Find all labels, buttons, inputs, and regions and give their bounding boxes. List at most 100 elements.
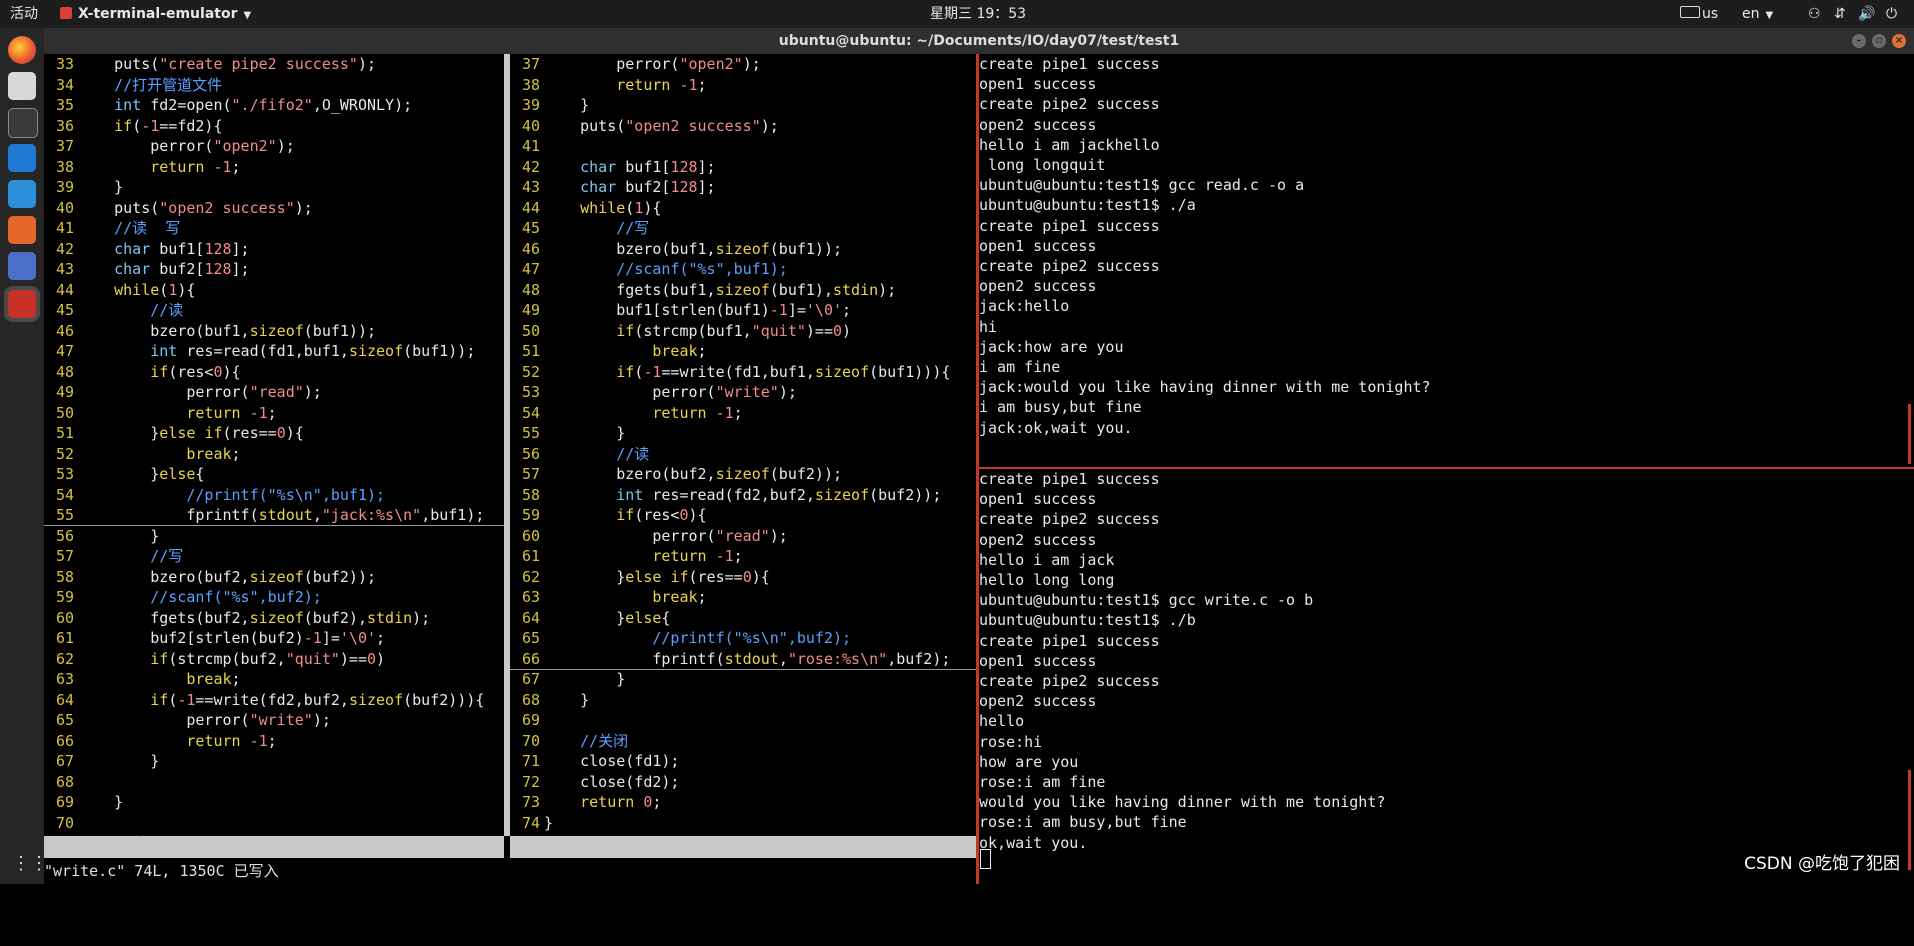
settings-icon[interactable] — [8, 252, 36, 280]
code-line[interactable]: 66 return -1; — [44, 731, 504, 751]
code-line[interactable]: 63 break; — [44, 669, 504, 689]
code-line[interactable]: 41 — [510, 136, 976, 156]
code-line[interactable]: 56 } — [44, 526, 504, 546]
code-line[interactable]: 55 } — [510, 423, 976, 443]
keyboard-indicator[interactable]: us — [1680, 0, 1718, 28]
code-line[interactable]: 53 perror("write"); — [510, 382, 976, 402]
vc-icon[interactable] — [8, 180, 36, 208]
code-line[interactable]: 51 }else if(res==0){ — [44, 423, 504, 443]
code-line[interactable]: 49 perror("read"); — [44, 382, 504, 402]
software-store-icon[interactable] — [8, 216, 36, 244]
code-line[interactable]: 60 fgets(buf2,sizeof(buf2),stdin); — [44, 608, 504, 628]
code-line[interactable]: 67 } — [510, 669, 976, 689]
clock[interactable]: 星期三 19：53 — [930, 0, 1026, 28]
code-line[interactable]: 40 puts("open2 success"); — [44, 198, 504, 218]
code-line[interactable]: 50 return -1; — [44, 403, 504, 423]
code-line[interactable]: 72 close(fd2); — [510, 772, 976, 792]
code-line[interactable]: 43 char buf2[128]; — [510, 177, 976, 197]
code-line[interactable]: 34 //打开管道文件 — [44, 75, 504, 95]
code-line[interactable]: 58 int res=read(fd2,buf2,sizeof(buf2)); — [510, 485, 976, 505]
minimize-button[interactable]: – — [1852, 34, 1866, 48]
vim-pane-write-c[interactable]: 37 perror("open2");38 return -1;39 }40 p… — [510, 54, 976, 836]
code-line[interactable]: 53 }else{ — [44, 464, 504, 484]
code-line[interactable]: 59 if(res<0){ — [510, 505, 976, 525]
code-line[interactable]: 70 //关闭 — [510, 731, 976, 751]
code-line[interactable]: 61 buf2[strlen(buf2)-1]='\0'; — [44, 628, 504, 648]
app-grid-icon[interactable]: ⋮⋮ — [12, 854, 32, 874]
window-titlebar[interactable]: ubuntu@ubuntu: ~/Documents/IO/day07/test… — [44, 28, 1914, 54]
code-line[interactable]: 33 puts("create pipe2 success"); — [44, 54, 504, 74]
code-line[interactable]: 57 bzero(buf2,sizeof(buf2)); — [510, 464, 976, 484]
scrollbar[interactable] — [1908, 404, 1911, 464]
vim-editor[interactable]: 33 puts("create pipe2 success");34 //打开管… — [44, 54, 976, 884]
code-line[interactable]: 56 //读 — [510, 444, 976, 464]
code-line[interactable]: 62 if(strcmp(buf2,"quit")==0) — [44, 649, 504, 669]
maximize-button[interactable]: ▫ — [1872, 34, 1886, 48]
code-line[interactable]: 35 int fd2=open("./fifo2",O_WRONLY); — [44, 95, 504, 115]
firefox-icon[interactable] — [8, 36, 36, 64]
terminal-panes[interactable]: create pipe1 successopen1 successcreate … — [976, 54, 1914, 884]
code-line[interactable]: 37 perror("open2"); — [44, 136, 504, 156]
code-line[interactable]: 38 return -1; — [510, 75, 976, 95]
code-line[interactable]: 59 //scanf("%s",buf2); — [44, 587, 504, 607]
volume-icon[interactable]: 🔊 — [1858, 0, 1875, 28]
code-line[interactable]: 54 //printf("%s\n",buf1); — [44, 485, 504, 505]
code-line[interactable]: 50 if(strcmp(buf1,"quit")==0) — [510, 321, 976, 341]
code-line[interactable]: 37 perror("open2"); — [510, 54, 976, 74]
code-line[interactable]: 65 perror("write"); — [44, 710, 504, 730]
code-line[interactable]: 45 //读 — [44, 300, 504, 320]
code-line[interactable]: 57 //写 — [44, 546, 504, 566]
terminal-bottom-pane[interactable]: create pipe1 successopen1 successcreate … — [976, 469, 1914, 884]
code-line[interactable]: 66 fprintf(stdout,"rose:%s\n",buf2); — [510, 649, 976, 670]
vim-command-line[interactable]: "write.c" 74L, 1350C 已写入 — [44, 860, 279, 882]
code-line[interactable]: 42 char buf1[128]; — [510, 157, 976, 177]
code-line[interactable]: 46 bzero(buf1,sizeof(buf1)); — [44, 321, 504, 341]
code-line[interactable]: 38 return -1; — [44, 157, 504, 177]
code-line[interactable]: 74} — [510, 813, 976, 833]
activities-button[interactable]: 活动 — [10, 0, 38, 28]
code-line[interactable]: 47 //scanf("%s",buf1); — [510, 259, 976, 279]
code-line[interactable]: 48 fgets(buf1,sizeof(buf1),stdin); — [510, 280, 976, 300]
code-line[interactable]: 43 char buf2[128]; — [44, 259, 504, 279]
code-line[interactable]: 46 bzero(buf1,sizeof(buf1)); — [510, 239, 976, 259]
code-line[interactable]: 65 //printf("%s\n",buf2); — [510, 628, 976, 648]
vim-pane-read-c[interactable]: 33 puts("create pipe2 success");34 //打开管… — [44, 54, 504, 836]
code-line[interactable]: 58 bzero(buf2,sizeof(buf2)); — [44, 567, 504, 587]
code-line[interactable]: 45 //写 — [510, 218, 976, 238]
code-line[interactable]: 52 break; — [44, 444, 504, 464]
code-line[interactable]: 47 int res=read(fd1,buf1,sizeof(buf1)); — [44, 341, 504, 361]
code-line[interactable]: 40 puts("open2 success"); — [510, 116, 976, 136]
code-line[interactable]: 41 //读 写 — [44, 218, 504, 238]
code-line[interactable]: 73 return 0; — [510, 792, 976, 812]
code-line[interactable]: 63 break; — [510, 587, 976, 607]
code-line[interactable]: 70 — [44, 813, 504, 833]
terminal-icon[interactable] — [8, 108, 38, 138]
language-menu[interactable]: en▼ — [1742, 0, 1773, 28]
code-line[interactable]: 51 break; — [510, 341, 976, 361]
code-line[interactable]: 64 if(-1==write(fd2,buf2,sizeof(buf2))){ — [44, 690, 504, 710]
vscode-icon[interactable] — [8, 144, 36, 172]
code-line[interactable]: 44 while(1){ — [44, 280, 504, 300]
code-line[interactable]: 48 if(res<0){ — [44, 362, 504, 382]
code-line[interactable]: 62 }else if(res==0){ — [510, 567, 976, 587]
code-line[interactable]: 55 fprintf(stdout,"jack:%s\n",buf1); — [44, 505, 504, 526]
code-line[interactable]: 39 } — [44, 177, 504, 197]
code-line[interactable]: 68 — [44, 772, 504, 792]
terminal-emulator-icon[interactable] — [8, 290, 36, 318]
code-line[interactable]: 39 } — [510, 95, 976, 115]
code-line[interactable]: 67 } — [44, 751, 504, 771]
close-button[interactable]: × — [1892, 34, 1906, 48]
code-line[interactable]: 60 perror("read"); — [510, 526, 976, 546]
code-line[interactable]: 69 } — [44, 792, 504, 812]
code-line[interactable]: 36 if(-1==fd2){ — [44, 116, 504, 136]
code-line[interactable]: 52 if(-1==write(fd1,buf1,sizeof(buf1))){ — [510, 362, 976, 382]
code-line[interactable]: 64 }else{ — [510, 608, 976, 628]
code-line[interactable]: 71 close(fd1); — [510, 751, 976, 771]
accessibility-icon[interactable]: ⚇ — [1808, 0, 1821, 28]
terminal-top-pane[interactable]: create pipe1 successopen1 successcreate … — [976, 54, 1914, 467]
code-line[interactable]: 68 } — [510, 690, 976, 710]
code-line[interactable]: 69 — [510, 710, 976, 730]
code-line[interactable]: 54 return -1; — [510, 403, 976, 423]
power-icon[interactable]: ⏻ — [1886, 0, 1897, 28]
code-line[interactable]: 61 return -1; — [510, 546, 976, 566]
